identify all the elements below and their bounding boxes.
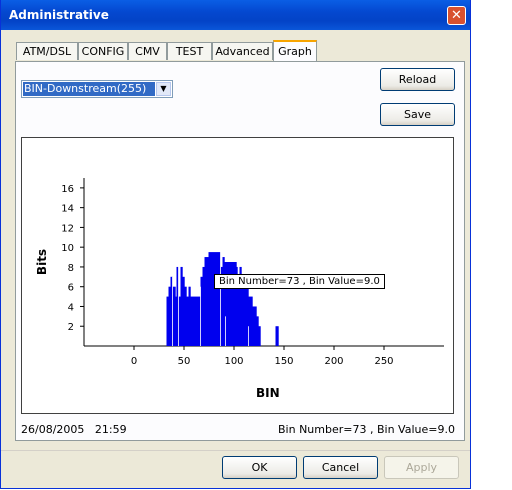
window-title: Administrative	[9, 8, 109, 22]
tab-advanced[interactable]: Advanced	[212, 42, 273, 60]
status-time: 21:59	[94, 423, 127, 436]
cancel-button[interactable]: Cancel	[303, 456, 378, 479]
chart-x-tick-label: 150	[274, 356, 293, 367]
chart-bar-gap	[225, 316, 226, 346]
administrative-window: Administrative ✕ ATM/DSL CONFIG CMV TEST…	[0, 0, 471, 489]
chart-y-tick-label: 12	[61, 223, 74, 234]
chart-bar-gap	[172, 276, 173, 346]
chevron-down-icon[interactable]: ▼	[156, 82, 171, 96]
chart-y-tick-label: 4	[68, 302, 74, 313]
chart-bar-gap	[178, 257, 179, 346]
close-icon: ✕	[451, 8, 462, 23]
chart-x-tick-label: 50	[178, 356, 191, 367]
chart-bar-gap	[220, 247, 221, 346]
bit-allocation-chart: 2 4 6 8 10 12 14 16 0 50 100 150 200 250 Bits BIN Bin…	[21, 137, 454, 414]
chart-x-tick-label: 0	[131, 356, 137, 367]
title-bar[interactable]: Administrative ✕	[1, 0, 470, 30]
chart-y-tick-label: 6	[68, 283, 74, 294]
chart-bar	[277, 326, 279, 346]
ok-button[interactable]: OK	[222, 456, 297, 479]
tab-test[interactable]: TEST	[167, 42, 212, 60]
chart-bar-gap	[248, 326, 249, 346]
chart-x-tick-label: 100	[224, 356, 243, 367]
status-date: 26/08/2005	[21, 423, 85, 436]
tab-cmv[interactable]: CMV	[128, 42, 167, 60]
apply-button[interactable]: Apply	[384, 456, 459, 479]
bin-direction-selected-value: BIN-Downstream(255)	[23, 82, 155, 96]
chart-bar-gap	[200, 286, 201, 346]
chart-y-tick-label: 8	[68, 263, 74, 274]
chart-y-tick-label: 10	[61, 243, 74, 254]
save-button[interactable]: Save	[380, 103, 455, 126]
chart-y-axis-label: Bits	[35, 248, 50, 276]
close-button[interactable]: ✕	[447, 6, 466, 25]
chart-bar	[259, 326, 261, 346]
chart-y-tick-label: 16	[61, 184, 74, 195]
chart-y-tick-label: 14	[61, 204, 74, 215]
footer-divider	[1, 450, 470, 451]
tab-atm-dsl[interactable]: ATM/DSL	[16, 42, 78, 60]
tab-graph[interactable]: Graph	[273, 40, 317, 63]
bin-tooltip: Bin Number=73 , Bin Value=9.0	[214, 274, 385, 289]
status-datetime: 26/08/2005 21:59	[21, 423, 127, 436]
chart-x-tick-label: 200	[324, 356, 343, 367]
chart-x-axis-label: BIN	[256, 386, 280, 400]
bin-direction-select[interactable]: BIN-Downstream(255) ▼	[21, 80, 173, 98]
status-bin-info: Bin Number=73 , Bin Value=9.0	[278, 423, 455, 436]
chart-y-tick-label: 2	[68, 322, 74, 333]
tab-config[interactable]: CONFIG	[78, 42, 128, 60]
reload-button[interactable]: Reload	[380, 68, 455, 91]
chart-x-tick-label: 250	[374, 356, 393, 367]
